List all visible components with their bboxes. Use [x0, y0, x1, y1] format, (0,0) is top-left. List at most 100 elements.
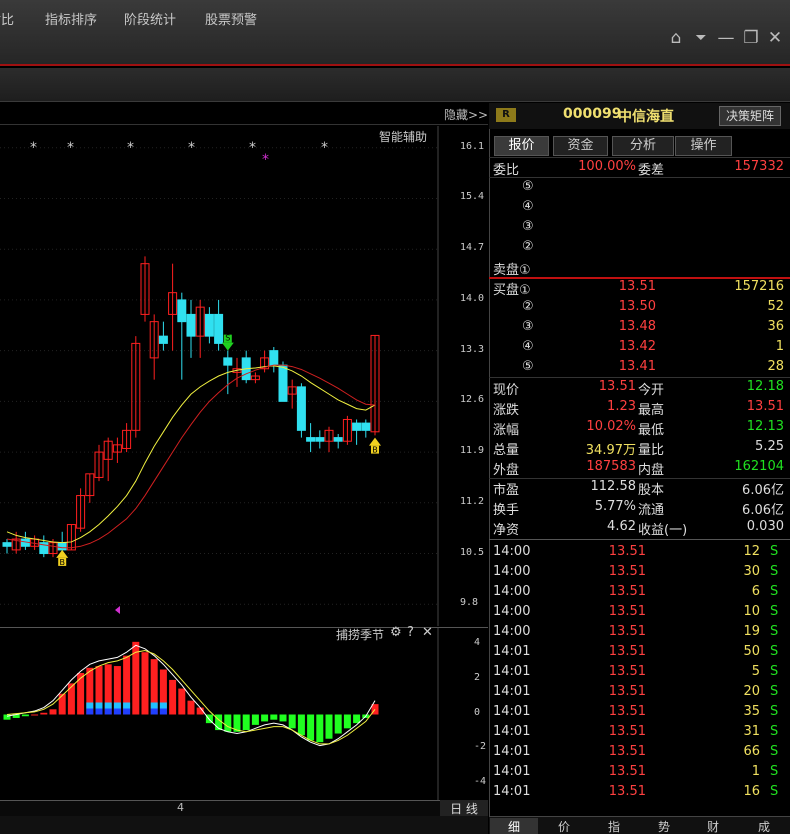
tab-analysis[interactable]: 分析 — [612, 136, 674, 156]
tick-volume: 50 — [743, 644, 760, 659]
buy-level-price: 13.51 — [618, 279, 656, 294]
y-axis-tick-label: 13.3 — [460, 343, 485, 355]
star-marker: * — [67, 140, 74, 156]
macd-bar — [58, 693, 66, 715]
macd-bar — [77, 672, 85, 715]
macd-bar-segment — [123, 702, 131, 709]
candlestick-chart[interactable]: B S B — [0, 126, 488, 626]
tick-price: 13.51 — [608, 584, 646, 599]
y-axis-tick-label: 12.6 — [460, 394, 485, 406]
candle-body — [186, 313, 196, 337]
buy-level-volume: 36 — [767, 319, 784, 334]
purple-marker — [115, 606, 120, 614]
macd-bar — [261, 714, 269, 722]
quote-label: 现价 — [493, 383, 520, 398]
period-button[interactable]: 日 线 — [440, 800, 488, 816]
divider — [489, 539, 790, 540]
tick-price: 13.51 — [608, 784, 646, 799]
tick-time: 14:00 — [493, 544, 531, 559]
close-icon[interactable]: ✕ — [422, 625, 433, 640]
chart-toolbar: 隐藏>> — [0, 103, 488, 125]
candle-body — [306, 437, 316, 442]
macd-bar — [40, 712, 48, 715]
sub-indicator-label[interactable]: 捕捞季节 — [336, 626, 384, 643]
restore-icon[interactable]: ❐ — [741, 28, 761, 48]
y-axis-tick-label: 14.7 — [460, 242, 485, 254]
tick-price: 13.51 — [608, 544, 646, 559]
macd-bar — [169, 679, 177, 715]
macd-bar — [141, 652, 149, 715]
tick-price: 13.51 — [608, 604, 646, 619]
hide-panel-button[interactable]: 隐藏>> — [444, 106, 488, 123]
buy-level-label: ④ — [522, 339, 534, 354]
tick-side: S — [770, 644, 779, 659]
quote-value: 6.06亿 — [742, 483, 784, 498]
menu-stage-stats[interactable]: 阶段统计 — [124, 9, 176, 28]
tick-volume: 10 — [743, 604, 760, 619]
tab-price[interactable]: 价 — [540, 818, 588, 834]
stock-name: 中信海直 — [618, 109, 674, 125]
decision-matrix-button[interactable]: 决策矩阵 — [719, 106, 781, 126]
macd-bar — [224, 714, 232, 732]
candle-body — [296, 386, 306, 431]
sub-y-axis-tick-label: -2 — [474, 741, 487, 753]
buy-level-volume: 28 — [767, 359, 784, 374]
tab-index[interactable]: 指 — [590, 818, 638, 834]
y-axis-tick-label: 15.4 — [460, 191, 485, 203]
buy-level-label: ③ — [522, 319, 534, 334]
candle-body — [315, 437, 325, 442]
sell-level-3: ③ — [522, 219, 534, 234]
candle-body — [223, 357, 233, 366]
tab-funds[interactable]: 资金 — [553, 136, 608, 156]
menu-stock-alert[interactable]: 股票预警 — [205, 9, 257, 28]
tab-operate[interactable]: 操作 — [675, 136, 732, 156]
menu-compare[interactable]: 对比 — [0, 9, 14, 28]
buy-level-label: ⑤ — [522, 359, 534, 374]
help-icon[interactable]: ? — [407, 625, 414, 640]
tab-detail[interactable]: 细 — [490, 818, 538, 834]
quote-value: 12.13 — [746, 419, 784, 434]
macd-bar — [270, 714, 278, 720]
tab-trend[interactable]: 势 — [640, 818, 688, 834]
tick-volume: 16 — [743, 784, 760, 799]
tick-time: 14:00 — [493, 584, 531, 599]
tick-time: 14:01 — [493, 644, 531, 659]
buy-marker-label: B — [59, 558, 65, 567]
candle-body — [361, 422, 371, 431]
close-icon[interactable]: ✕ — [765, 28, 785, 48]
tick-time: 14:01 — [493, 664, 531, 679]
sub-y-axis-tick-label: -4 — [474, 775, 487, 787]
tick-volume: 31 — [743, 724, 760, 739]
quote-value: 12.18 — [746, 379, 784, 394]
macd-bar — [288, 714, 296, 729]
minimize-icon[interactable]: — — [716, 28, 736, 48]
dropdown-icon[interactable]: ⏷ — [691, 28, 711, 48]
tick-volume: 19 — [743, 624, 760, 639]
macd-chart[interactable] — [0, 627, 488, 800]
tab-quote[interactable]: 报价 — [494, 136, 549, 156]
tick-price: 13.51 — [608, 704, 646, 719]
tick-volume: 12 — [743, 544, 760, 559]
tick-volume: 5 — [751, 664, 760, 679]
quote-label: 市盈 — [493, 483, 520, 498]
candle-body — [158, 335, 168, 344]
x-axis — [0, 800, 488, 816]
y-axis-tick-label: 11.9 — [460, 445, 485, 457]
divider — [489, 177, 790, 178]
r-badge: R — [496, 108, 516, 122]
tab-volume[interactable]: 成 — [740, 818, 788, 834]
menu-indicator-sort[interactable]: 指标排序 — [45, 9, 97, 28]
tick-time: 14:00 — [493, 564, 531, 579]
macd-bar — [297, 714, 305, 736]
buy-marker-label: B — [372, 446, 378, 455]
macd-bar — [187, 700, 195, 715]
y-axis-tick-label: 16.1 — [460, 140, 485, 152]
quote-value: 5.25 — [755, 439, 784, 454]
tick-side: S — [770, 724, 779, 739]
tab-finance[interactable]: 财 — [689, 818, 737, 834]
quote-label: 量比 — [638, 443, 665, 458]
gear-icon[interactable]: ⚙ — [390, 625, 402, 640]
home-icon[interactable]: ⌂ — [666, 28, 686, 48]
quote-value: 5.77% — [594, 499, 636, 514]
star-marker: * — [321, 140, 328, 156]
